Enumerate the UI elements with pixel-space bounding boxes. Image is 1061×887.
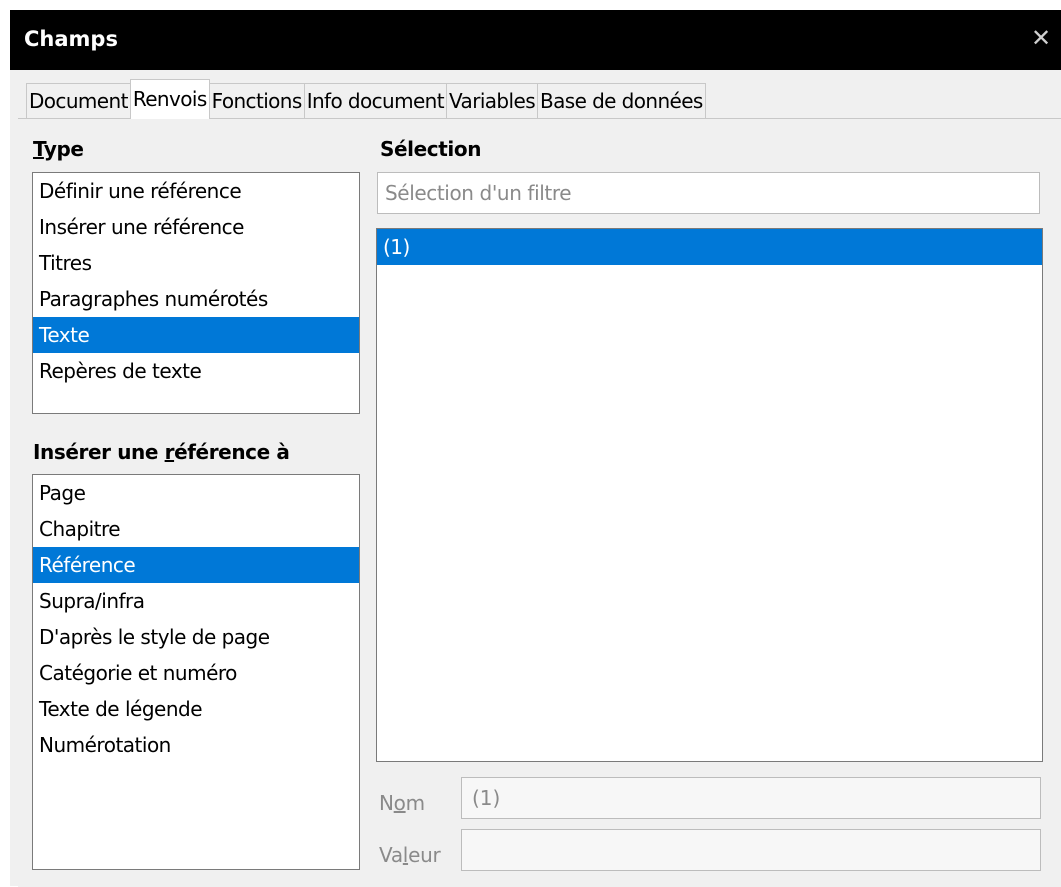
dialog-body: Document Renvois Fonctions Info document… [10, 70, 1061, 887]
tab-variables[interactable]: Variables [446, 83, 539, 119]
tab-bar: Document Renvois Fonctions Info document… [26, 79, 706, 119]
ref-item-style-de-page[interactable]: D'après le style de page [33, 619, 359, 655]
type-item-reperes-de-texte[interactable]: Repères de texte [33, 353, 359, 389]
tab-info-document[interactable]: Info document [303, 83, 448, 119]
ref-item-chapitre[interactable]: Chapitre [33, 511, 359, 547]
type-label: Type [33, 137, 84, 161]
ref-item-page[interactable]: Page [33, 475, 359, 511]
tab-document[interactable]: Document [26, 83, 131, 119]
type-item-inserer-reference[interactable]: Insérer une référence [33, 209, 359, 245]
value-field[interactable] [461, 829, 1041, 871]
value-label: Valeur [379, 843, 441, 867]
close-icon[interactable]: ✕ [1026, 23, 1056, 53]
ref-item-categorie-numero[interactable]: Catégorie et numéro [33, 655, 359, 691]
window-title: Champs [24, 27, 118, 51]
type-list[interactable]: Définir une référence Insérer une référe… [32, 172, 360, 414]
type-item-texte[interactable]: Texte [33, 317, 359, 353]
type-item-paragraphes-numerotes[interactable]: Paragraphes numérotés [33, 281, 359, 317]
tab-fonctions[interactable]: Fonctions [208, 83, 305, 119]
name-label: Nom [379, 791, 425, 815]
type-item-definir-reference[interactable]: Définir une référence [33, 173, 359, 209]
title-bar: Champs ✕ [10, 10, 1061, 70]
selection-label: Sélection [380, 137, 482, 161]
insert-reference-list[interactable]: Page Chapitre Référence Supra/infra D'ap… [32, 474, 360, 870]
tab-base-de-donnees[interactable]: Base de données [537, 83, 706, 119]
tab-panel-renvois: Type Définir une référence Insérer une r… [18, 118, 1061, 887]
ref-item-supra-infra[interactable]: Supra/infra [33, 583, 359, 619]
name-field[interactable]: (1) [461, 777, 1041, 819]
selection-list[interactable]: (1) [376, 228, 1043, 762]
ref-item-numerotation[interactable]: Numérotation [33, 727, 359, 763]
selection-item-1[interactable]: (1) [377, 229, 1042, 265]
filter-input[interactable]: Sélection d'un filtre [377, 172, 1040, 214]
ref-item-texte-legende[interactable]: Texte de légende [33, 691, 359, 727]
type-item-titres[interactable]: Titres [33, 245, 359, 281]
tab-renvois[interactable]: Renvois [129, 79, 210, 119]
insert-reference-label: Insérer une référence à [33, 440, 290, 464]
ref-item-reference[interactable]: Référence [33, 547, 359, 583]
